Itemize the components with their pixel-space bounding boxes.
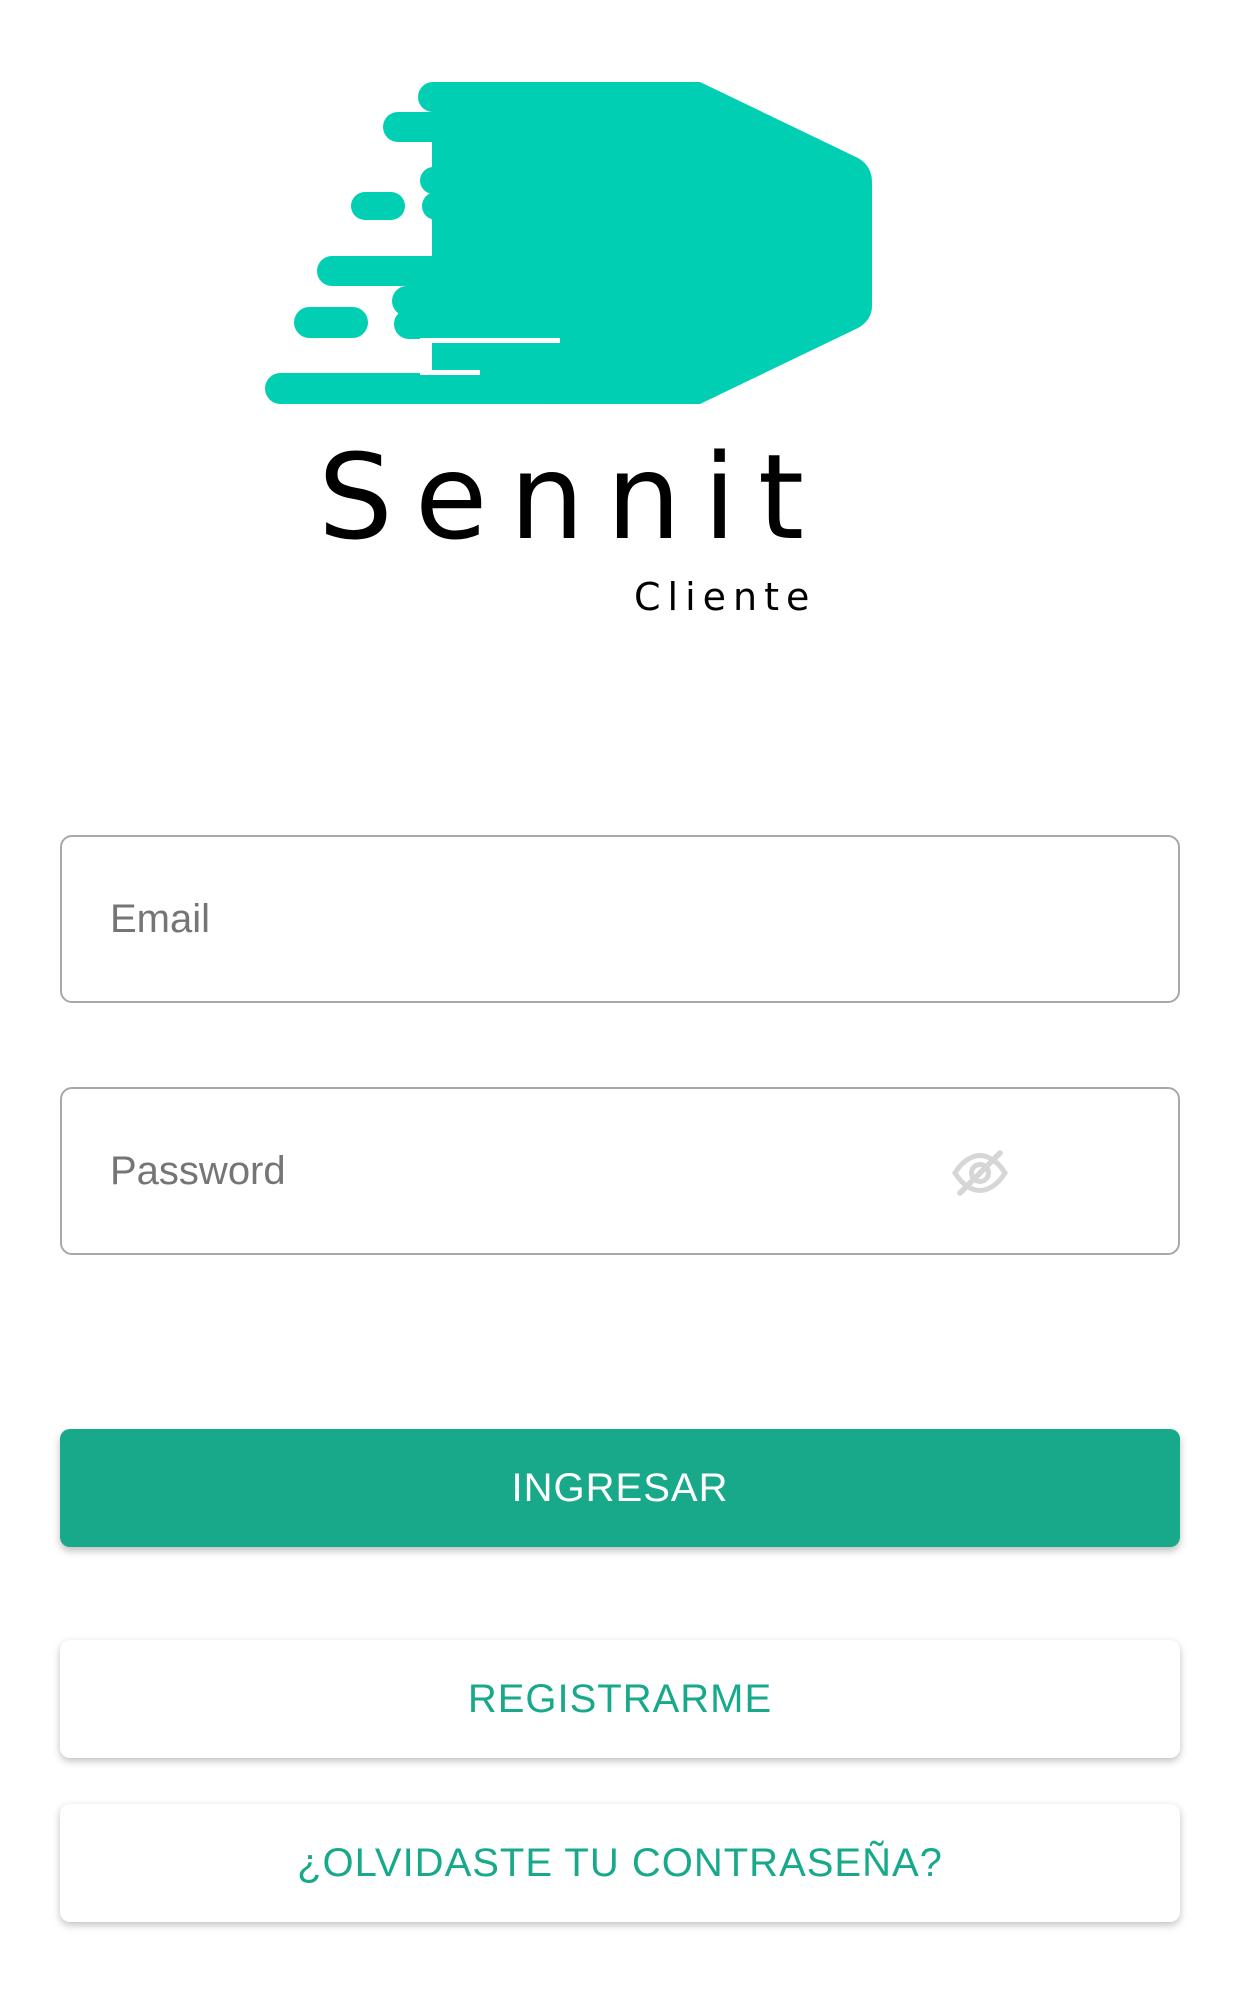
brand-name: Sennit — [318, 428, 827, 566]
login-button[interactable]: INGRESAR — [60, 1429, 1180, 1547]
eye-off-icon[interactable] — [950, 1143, 1010, 1203]
register-button[interactable]: REGISTRARME — [60, 1640, 1180, 1758]
forgot-password-button[interactable]: ¿OLVIDASTE TU CONTRASEÑA? — [60, 1804, 1180, 1922]
brand-subtitle: Cliente — [634, 575, 817, 619]
email-input[interactable] — [110, 837, 970, 1001]
email-field-container — [60, 835, 1180, 1003]
password-input[interactable] — [110, 1089, 970, 1253]
sennit-logo-icon — [265, 82, 872, 404]
password-field-container — [60, 1087, 1180, 1255]
